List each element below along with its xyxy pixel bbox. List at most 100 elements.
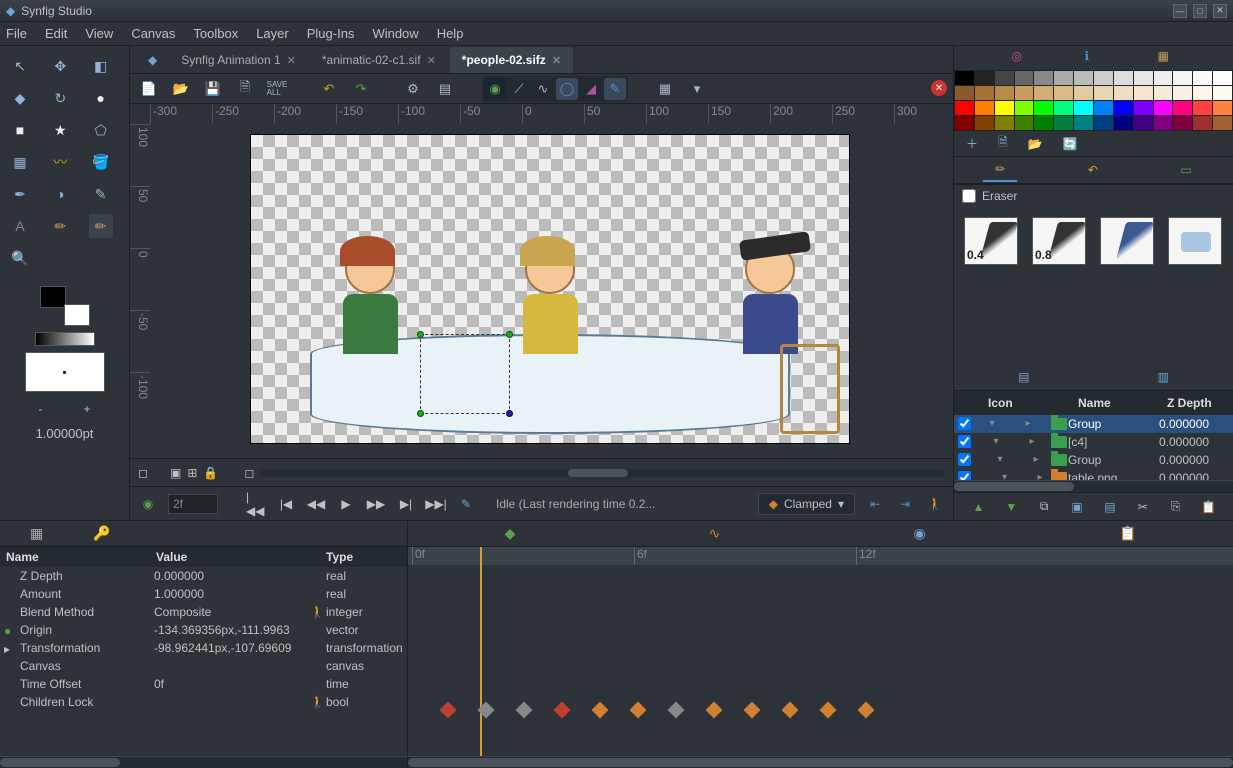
undo-icon[interactable]: ↶: [318, 78, 340, 100]
layers-col-zdepth[interactable]: Z Depth: [1163, 394, 1233, 412]
menu-plugins[interactable]: Plug-Ins: [307, 26, 355, 41]
keyframe-edit-icon[interactable]: ✎: [456, 494, 476, 514]
palette-color[interactable]: [1054, 86, 1073, 100]
palette-color[interactable]: [1173, 71, 1192, 85]
palette-color[interactable]: [1094, 101, 1113, 115]
brush-decrease[interactable]: -: [38, 402, 42, 416]
param-value[interactable]: 1.000000: [154, 587, 310, 601]
save-file-icon[interactable]: 💾: [202, 78, 224, 100]
palette-color[interactable]: [1074, 71, 1093, 85]
palette-color[interactable]: [975, 116, 994, 130]
lock-icon[interactable]: 🔒: [203, 466, 218, 480]
palette-color[interactable]: [1074, 86, 1093, 100]
palette-color[interactable]: [1193, 116, 1212, 130]
tab-close-icon[interactable]: ✕: [552, 54, 561, 67]
param-row[interactable]: Time Offset0ftime: [0, 675, 407, 693]
layer-row[interactable]: ▾▸Group0.000000: [954, 451, 1233, 469]
layer-visible-checkbox[interactable]: [958, 435, 971, 448]
keyframe-marker[interactable]: [592, 702, 609, 719]
animation-mode-icon[interactable]: ◉: [138, 494, 158, 514]
palette-color[interactable]: [1034, 116, 1053, 130]
seek-start-icon[interactable]: |◀◀: [246, 494, 266, 514]
layer-visible-checkbox[interactable]: [958, 453, 971, 466]
brush-preset-0[interactable]: 0.4: [964, 217, 1018, 265]
keyframes-tab-icon[interactable]: 🔑: [83, 521, 120, 546]
palette-color[interactable]: [1154, 71, 1173, 85]
children-tab-icon[interactable]: ◉: [900, 521, 940, 546]
palette-color[interactable]: [1034, 71, 1053, 85]
param-row[interactable]: Amount1.000000real: [0, 585, 407, 603]
keyframe-marker[interactable]: [668, 702, 685, 719]
expand-arrow-icon[interactable]: ▾: [978, 472, 1006, 480]
param-row[interactable]: Z Depth0.000000real: [0, 567, 407, 585]
palette-color[interactable]: [1015, 101, 1034, 115]
layers-scrollbar[interactable]: [954, 480, 1233, 492]
sketch-tool[interactable]: ✏: [48, 214, 72, 238]
selection-handle[interactable]: [506, 331, 513, 338]
tab-close-icon[interactable]: ✕: [427, 54, 436, 67]
star-tool[interactable]: ★: [48, 118, 72, 142]
layer-up-icon[interactable]: ▲: [969, 498, 987, 516]
palette-color[interactable]: [1074, 116, 1093, 130]
maximize-button[interactable]: □: [1193, 4, 1207, 18]
show-handles-icon[interactable]: ◯: [556, 78, 578, 100]
options-dropdown-icon[interactable]: ▾: [686, 78, 708, 100]
fill-mode-icon[interactable]: ◢: [580, 78, 602, 100]
keyframe-marker[interactable]: [782, 702, 799, 719]
menu-layer[interactable]: Layer: [256, 26, 289, 41]
timeline-cursor-line[interactable]: [480, 565, 482, 756]
palette-tab-icon[interactable]: ▦: [1158, 49, 1176, 67]
layer-visible-checkbox[interactable]: [958, 471, 971, 480]
save-all-icon[interactable]: SAVEALL: [266, 78, 288, 100]
info-tab-icon[interactable]: ℹ: [1085, 49, 1103, 67]
reset-palette-icon[interactable]: 🔄: [1063, 137, 1078, 151]
layer-cut-icon[interactable]: ✂: [1134, 498, 1152, 516]
ruler-vertical[interactable]: 100500-50-100: [130, 124, 150, 458]
palette-color[interactable]: [1134, 71, 1153, 85]
curves-tab-icon[interactable]: ∿: [695, 521, 735, 546]
menu-file[interactable]: File: [6, 26, 27, 41]
palette-color[interactable]: [1134, 86, 1153, 100]
seek-fwd-icon[interactable]: ▶▶: [366, 494, 386, 514]
tab-doc-1[interactable]: *animatic-02-c1.sif✕: [310, 47, 448, 73]
palette-color[interactable]: [1154, 86, 1173, 100]
move-tool[interactable]: ✥: [48, 54, 72, 78]
lock-keyframes-past-icon[interactable]: ⇤: [865, 494, 885, 514]
play-icon[interactable]: ▶: [336, 494, 356, 514]
fill-tool[interactable]: 🪣: [89, 150, 113, 174]
palette-color[interactable]: [1015, 71, 1034, 85]
palette-color[interactable]: [955, 71, 974, 85]
navigator-tab-icon[interactable]: ◎: [1012, 49, 1030, 67]
palette-color[interactable]: [1213, 86, 1232, 100]
palette-color[interactable]: [1034, 86, 1053, 100]
toggle-opt-icon[interactable]: ◻: [244, 466, 254, 480]
save-as-icon[interactable]: 🗎: [234, 78, 256, 100]
tab-close-icon[interactable]: ✕: [287, 54, 296, 67]
menu-edit[interactable]: Edit: [45, 26, 67, 41]
keyframe-marker[interactable]: [820, 702, 837, 719]
palette-color[interactable]: [1015, 86, 1034, 100]
history-tab[interactable]: ↶: [1076, 159, 1110, 181]
circle-tool[interactable]: ●: [89, 86, 113, 110]
keyframe-marker[interactable]: [440, 702, 457, 719]
render-icon[interactable]: ⚙: [402, 78, 424, 100]
keyframe-marker[interactable]: [744, 702, 761, 719]
foreground-color[interactable]: [40, 286, 66, 308]
redo-icon[interactable]: ↷: [350, 78, 372, 100]
tab-doc-2[interactable]: *people-02.sifz✕: [450, 47, 573, 73]
param-value[interactable]: Composite: [154, 605, 310, 619]
layer-copy-icon[interactable]: ⎘: [1167, 498, 1185, 516]
params-scrollbar[interactable]: [0, 756, 407, 768]
eraser-checkbox[interactable]: [962, 189, 976, 203]
palette-color[interactable]: [955, 116, 974, 130]
bline-tool[interactable]: ✒: [8, 182, 32, 206]
palette-color[interactable]: [995, 71, 1014, 85]
sets-tab[interactable]: ▭: [1168, 159, 1203, 181]
brush-size-preview[interactable]: [25, 352, 105, 392]
palette-color[interactable]: [1114, 86, 1133, 100]
palette-color[interactable]: [1074, 101, 1093, 115]
palette-color[interactable]: [1015, 116, 1034, 130]
keyframe-marker[interactable]: [858, 702, 875, 719]
seek-end-icon[interactable]: ▶▶|: [426, 494, 446, 514]
expand-arrow-icon[interactable]: ▸: [1006, 454, 1050, 465]
